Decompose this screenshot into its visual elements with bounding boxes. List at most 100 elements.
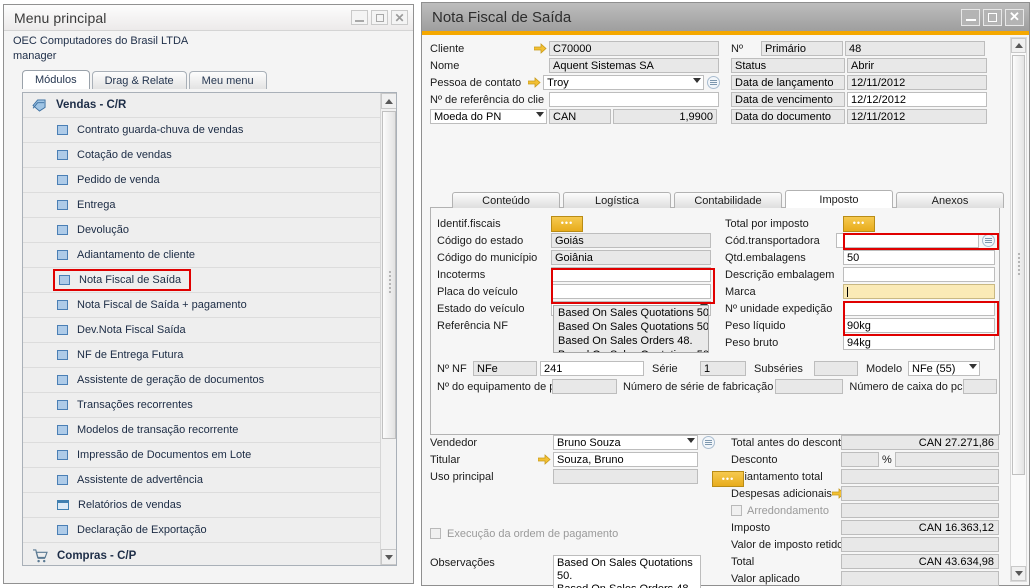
serie-fabricacao-value[interactable] — [774, 379, 844, 394]
form-field-value[interactable]: 90kg — [843, 318, 995, 333]
arredondamento-checkbox[interactable] — [731, 505, 742, 516]
menu-item[interactable]: Adiantamento de cliente — [23, 243, 382, 268]
module-group-compras[interactable]: Compras - C/P — [23, 543, 382, 565]
subseries-value[interactable] — [814, 361, 858, 376]
equipamento-value[interactable] — [552, 379, 617, 394]
scroll-thumb[interactable] — [382, 111, 396, 439]
tab-imposto[interactable]: Imposto — [785, 190, 893, 208]
doc-minimize-button[interactable] — [961, 8, 980, 26]
doc-scroll-down-button[interactable] — [1011, 566, 1026, 581]
close-button[interactable]: ✕ — [391, 10, 408, 25]
tab-drag-relate[interactable]: Drag & Relate — [91, 71, 187, 89]
field-numero-value[interactable]: 48 — [845, 41, 985, 56]
field-vendedor-value[interactable]: Bruno Souza — [553, 435, 698, 450]
serie-value[interactable]: 1 — [700, 361, 746, 376]
menu-item[interactable]: Nota Fiscal de Saída — [23, 268, 382, 293]
checkbox-execucao-ordem-box[interactable] — [430, 528, 441, 539]
menu-item[interactable]: Entrega — [23, 193, 382, 218]
tab-modulos[interactable]: Módulos — [22, 70, 90, 89]
field-pessoa-contato-value[interactable]: Troy — [543, 75, 704, 90]
checkbox-execucao-ordem[interactable]: Execução da ordem de pagamento — [430, 526, 720, 541]
menu-item[interactable]: Transações recorrentes — [23, 393, 382, 418]
link-arrow-icon-contato[interactable] — [528, 77, 541, 88]
menu-item[interactable]: Pedido de venda — [23, 168, 382, 193]
list-link-icon-vendedor[interactable] — [702, 436, 715, 449]
ellipsis-button[interactable]: ••• — [551, 215, 583, 232]
modelo-value[interactable]: NFe (55) — [908, 361, 980, 376]
module-group-vendas[interactable]: Vendas - C/R — [23, 93, 382, 118]
caixa-value[interactable] — [962, 379, 997, 394]
menu-item[interactable]: Assistente de geração de documentos — [23, 368, 382, 393]
menu-item[interactable]: Assistente de advertência — [23, 468, 382, 493]
tab-anexos[interactable]: Anexos — [896, 192, 1004, 208]
field-data-documento-value[interactable]: 12/11/2012 — [847, 109, 987, 124]
nf-number-value[interactable]: 241 — [540, 361, 644, 376]
field-numero-serie[interactable]: Primário — [761, 41, 843, 56]
field-moeda-code[interactable]: CAN — [549, 109, 611, 124]
form-field-value[interactable] — [843, 267, 995, 282]
total-value[interactable]: CAN 43.634,98 — [841, 554, 999, 569]
dropdown-option[interactable]: Based On Sales Quotations 50. — [554, 320, 708, 334]
tab-conteudo[interactable]: Conteúdo — [452, 192, 560, 208]
field-moeda-rate[interactable]: 1,9900 — [613, 109, 717, 124]
field-data-lancamento-value[interactable]: 12/11/2012 — [847, 75, 987, 90]
link-arrow-icon-titular[interactable] — [538, 454, 551, 465]
estado-veiculo-dropdown-options[interactable]: Based On Sales Quotations 50. Based On Sa… — [553, 305, 709, 353]
form-field-value[interactable]: 94kg — [843, 335, 995, 350]
link-arrow-icon[interactable] — [831, 488, 841, 499]
total-value[interactable] — [841, 571, 999, 586]
form-field-value[interactable]: Goiás — [551, 233, 711, 248]
menu-item[interactable]: Nota Fiscal de Saída + pagamento — [23, 293, 382, 318]
document-scrollbar[interactable] — [1010, 37, 1027, 582]
field-cliente-value[interactable]: C70000 — [549, 41, 719, 56]
form-field-value[interactable] — [551, 284, 711, 299]
form-field-value[interactable]: 50 — [843, 250, 995, 265]
form-field-value[interactable] — [551, 267, 711, 282]
total-value[interactable]: CAN 27.271,86 — [841, 435, 999, 450]
form-field-value[interactable] — [843, 284, 995, 299]
field-titular-value[interactable]: Souza, Bruno — [553, 452, 698, 467]
list-link-icon[interactable] — [982, 234, 995, 247]
doc-maximize-button[interactable] — [983, 8, 1002, 26]
maximize-button[interactable] — [371, 10, 388, 25]
field-referencia-cliente-value[interactable] — [549, 92, 719, 107]
dropdown-option[interactable]: Based On Sales Orders 48. — [554, 334, 708, 348]
menu-item[interactable]: Cotação de vendas — [23, 143, 382, 168]
field-moeda-pn-select[interactable]: Moeda do PN — [430, 109, 547, 124]
menu-item-selected-highlight[interactable]: Nota Fiscal de Saída — [53, 269, 192, 291]
total-value[interactable] — [841, 469, 999, 484]
field-observacoes-value[interactable]: Based On Sales Quotations 50.Based On Sa… — [553, 555, 701, 588]
menu-item[interactable]: Devolução — [23, 218, 382, 243]
menu-item[interactable]: Declaração de Exportação — [23, 518, 382, 543]
field-status-value[interactable]: Abrir — [847, 58, 987, 73]
module-tree-scrollbar[interactable] — [380, 93, 396, 565]
dropdown-option[interactable]: Based On Sales Quotations 50. — [554, 348, 708, 352]
list-link-icon-contato[interactable] — [707, 76, 720, 89]
tab-logistica[interactable]: Logística — [563, 192, 671, 208]
menu-item[interactable]: Modelos de transação recorrente — [23, 418, 382, 443]
minimize-button[interactable] — [351, 10, 368, 25]
field-uso-principal-value[interactable] — [553, 469, 698, 484]
link-arrow-icon[interactable] — [534, 43, 547, 54]
field-nome-value[interactable]: Aquent Sistemas SA — [549, 58, 719, 73]
field-data-vencimento-value[interactable]: 12/12/2012 — [847, 92, 987, 107]
scroll-down-button[interactable] — [381, 549, 396, 565]
form-field-value[interactable] — [843, 301, 995, 316]
form-field-value[interactable]: Goiânia — [551, 250, 711, 265]
tab-meu-menu[interactable]: Meu menu — [188, 71, 267, 89]
total-value[interactable] — [841, 503, 999, 518]
menu-item[interactable]: Contrato guarda-chuva de vendas — [23, 118, 382, 143]
form-field-value[interactable] — [835, 233, 979, 248]
desconto-percent-input[interactable] — [841, 452, 879, 467]
scroll-up-button[interactable] — [381, 93, 396, 109]
nf-type-value[interactable]: NFe — [473, 361, 537, 376]
total-value[interactable] — [841, 486, 999, 501]
tab-contabilidade[interactable]: Contabilidade — [674, 192, 782, 208]
total-value[interactable]: CAN 16.363,12 — [841, 520, 999, 535]
dropdown-option[interactable]: Based On Sales Quotations 50. — [554, 306, 708, 320]
ellipsis-button[interactable]: ••• — [843, 215, 875, 232]
total-value[interactable] — [841, 537, 999, 552]
adiantamento-ellipsis-button[interactable]: ••• — [712, 471, 744, 487]
menu-item[interactable]: NF de Entrega Futura — [23, 343, 382, 368]
doc-scroll-up-button[interactable] — [1011, 38, 1026, 53]
